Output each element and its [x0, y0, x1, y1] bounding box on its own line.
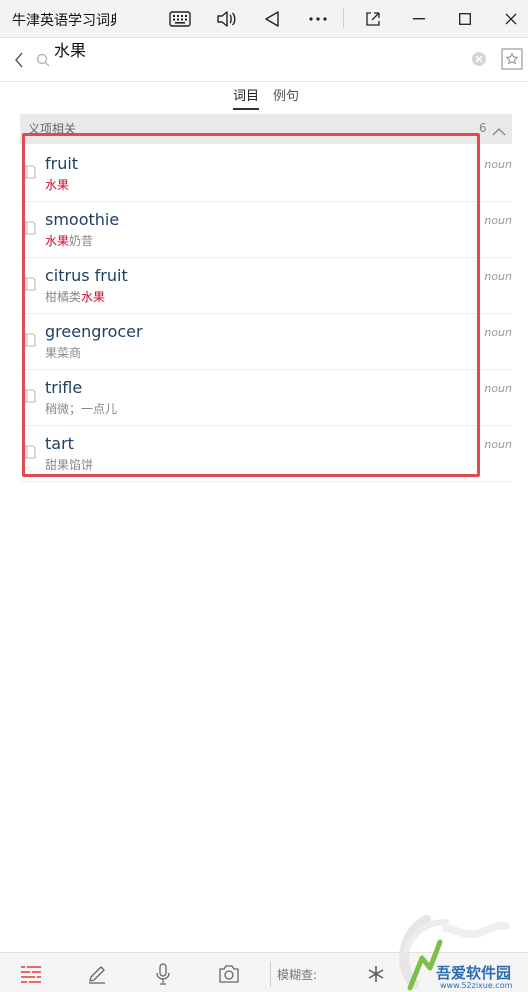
entry-pos: noun: [484, 270, 512, 283]
keyboard-icon[interactable]: [165, 4, 195, 34]
list-item[interactable]: smoothie 水果奶昔 noun: [20, 202, 512, 258]
titlebar-divider: [343, 8, 344, 28]
entry-pos: noun: [484, 214, 512, 227]
list-item[interactable]: tart 甜果馅饼 noun: [20, 426, 512, 482]
list-item[interactable]: fruit 水果 noun: [20, 146, 512, 202]
back-button[interactable]: [8, 48, 30, 72]
book-icon: [22, 220, 38, 240]
pencil-icon[interactable]: [84, 961, 110, 987]
title-bar: 牛津英语学习词典: [0, 0, 528, 38]
entry-definition: 柑橘类水果: [45, 290, 106, 304]
entry-definition: 甜果馅饼: [45, 458, 94, 472]
restore-arrow-icon[interactable]: [358, 4, 388, 34]
search-input[interactable]: [54, 38, 454, 60]
entry-word: smoothie: [45, 210, 120, 229]
entry-word: tart: [45, 434, 74, 453]
entry-definition: 水果: [45, 178, 70, 192]
book-icon: [22, 444, 38, 464]
entry-word: trifle: [45, 378, 83, 397]
entry-definition: 水果奶昔: [45, 234, 94, 248]
microphone-icon[interactable]: [150, 961, 176, 987]
result-list: fruit 水果 noun smoothie 水果奶昔 noun citrus …: [20, 146, 512, 482]
list-item[interactable]: trifle 稍微；一点儿 noun: [20, 370, 512, 426]
camera-icon[interactable]: [216, 961, 242, 987]
tab-examples[interactable]: 例句: [273, 85, 299, 108]
maximize-icon[interactable]: [450, 4, 480, 34]
section-header[interactable]: 义项相关 6: [20, 114, 512, 144]
fuzzy-search-label: 模糊查:: [277, 968, 318, 982]
favorite-star-button[interactable]: [500, 47, 524, 71]
entry-pos: noun: [484, 158, 512, 171]
book-icon: [22, 332, 38, 352]
bottom-toolbar: 模糊查:: [0, 952, 528, 992]
entry-pos: noun: [484, 438, 512, 451]
entry-word: fruit: [45, 154, 79, 173]
section-title: 义项相关: [28, 122, 77, 136]
book-icon: [22, 164, 38, 184]
entry-definition: 稍微；一点儿: [45, 402, 118, 416]
toolbar-divider: [270, 961, 271, 987]
entry-pos: noun: [484, 382, 512, 395]
minimize-icon[interactable]: [404, 4, 434, 34]
search-icon: [36, 52, 50, 67]
close-icon[interactable]: [496, 4, 526, 34]
book-icon: [22, 276, 38, 296]
entry-definition: 果菜商: [45, 346, 82, 360]
entry-word: greengrocer: [45, 322, 143, 341]
list-menu-icon[interactable]: [18, 961, 44, 987]
asterisk-icon[interactable]: [363, 961, 389, 987]
search-bar: [0, 38, 528, 82]
tab-entries[interactable]: 词目: [233, 85, 260, 110]
volume-icon[interactable]: [211, 4, 241, 34]
list-item[interactable]: greengrocer 果菜商 noun: [20, 314, 512, 370]
chevron-up-icon[interactable]: [492, 122, 506, 141]
entry-pos: noun: [484, 326, 512, 339]
section-count: 6: [479, 121, 487, 135]
book-icon: [22, 388, 38, 408]
result-tabs: 词目 例句: [0, 82, 528, 112]
list-item[interactable]: citrus fruit 柑橘类水果 noun: [20, 258, 512, 314]
entry-word: citrus fruit: [45, 266, 128, 285]
more-icon[interactable]: [303, 4, 333, 34]
clear-search-button[interactable]: [471, 51, 487, 71]
app-title: 牛津英语学习词典: [12, 13, 116, 29]
back-triangle-icon[interactable]: [257, 4, 287, 34]
